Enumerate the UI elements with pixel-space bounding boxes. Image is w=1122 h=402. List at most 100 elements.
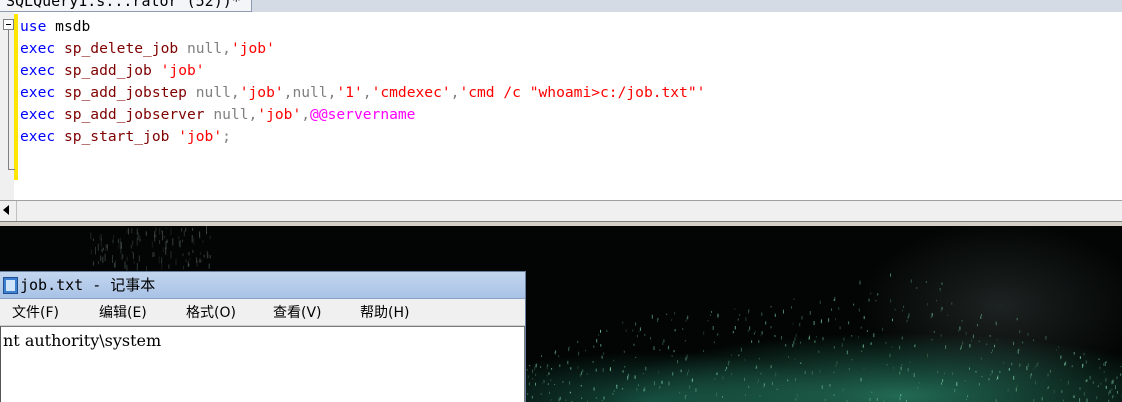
menu-help[interactable]: 帮助(H) [360,304,409,322]
particle [99,234,101,241]
particle [941,282,943,285]
particle [663,339,665,343]
particle [907,368,909,371]
particle [937,370,939,374]
particle [753,332,755,335]
particle [808,337,810,340]
particle [120,246,122,254]
particle [1049,369,1051,373]
particle [726,366,728,369]
particle [145,231,147,236]
particle [1060,355,1062,359]
particle [835,318,836,321]
particle [889,353,891,358]
particle [543,380,545,383]
notepad-text-area[interactable]: nt authority\system [0,326,525,402]
collapse-minus-icon[interactable] [3,19,14,30]
particle [712,326,714,330]
code-token: , [248,106,258,123]
particle [677,360,678,364]
particle [914,344,916,346]
particle [981,314,982,316]
code-line: exec sp_add_jobstep null,'job',null,'1',… [20,82,705,104]
menu-file[interactable]: 文件(F) [12,304,59,322]
particle [170,228,172,236]
particle [871,391,873,393]
particle [716,372,718,375]
particle [989,335,991,337]
particle [966,398,967,401]
query-tab[interactable]: SQLQuery1.s...rator (52))* [0,0,252,12]
particle [774,335,776,337]
notepad-window[interactable]: job.txt - 记事本 文件(F) 编辑(E) 格式(O) 查看(V) 帮助… [0,271,526,402]
particle [900,394,902,396]
particle [686,354,688,358]
code-token: exec [20,62,56,79]
particle [916,287,918,289]
menu-view[interactable]: 查看(V) [273,304,322,322]
particle [740,347,742,352]
particle [785,344,787,347]
particle [536,363,538,366]
particle [944,372,945,374]
code-token: @@servername [310,106,416,123]
particle [570,367,572,370]
particle [192,250,194,253]
particle [104,253,106,262]
particle [639,327,641,331]
particle [759,395,761,397]
code-token: exec [20,128,56,145]
particle [842,388,844,392]
particle [977,324,978,327]
particle [166,239,168,243]
particle [819,369,821,373]
sql-code[interactable]: use msdb exec sp_delete_job null,'job' exe… [20,16,705,148]
particle [113,235,115,239]
horizontal-scrollbar[interactable] [0,200,1122,221]
particle [93,260,95,265]
particle [1033,368,1035,370]
notepad-title-bar[interactable]: job.txt - 记事本 [0,272,525,299]
outline-guide [8,30,9,170]
particle [201,260,203,263]
particle [132,240,134,246]
menu-format[interactable]: 格式(O) [186,304,236,322]
particle [814,340,816,343]
scroll-left-button[interactable] [0,201,17,221]
query-editor[interactable]: use msdb exec sp_delete_job null,'job' exe… [0,12,1122,200]
code-token: sp_add_job [63,62,152,79]
particle [90,232,92,240]
particle [971,339,973,342]
particle [531,395,533,399]
particle [185,227,187,232]
particle [913,373,915,378]
particle [102,256,104,264]
particle [547,383,549,385]
particle [686,372,688,376]
particle [969,367,970,370]
particle [1115,385,1116,390]
particle [717,333,719,336]
particle [833,371,835,374]
notepad-title: job.txt - 记事本 [20,276,156,294]
particle [1105,385,1107,389]
particle [638,331,640,333]
particle [689,385,691,389]
particle [548,391,550,394]
particle [829,384,831,387]
particle [841,343,843,347]
particle [650,336,652,340]
particle [793,298,795,301]
particle [711,311,713,313]
particle [554,351,556,355]
particle [1103,363,1104,366]
particle [906,319,908,323]
particle [179,240,181,248]
particle [738,354,740,357]
particle [185,259,187,262]
particle [668,381,670,386]
menu-edit[interactable]: 编辑(E) [99,304,147,322]
particle [548,372,550,375]
